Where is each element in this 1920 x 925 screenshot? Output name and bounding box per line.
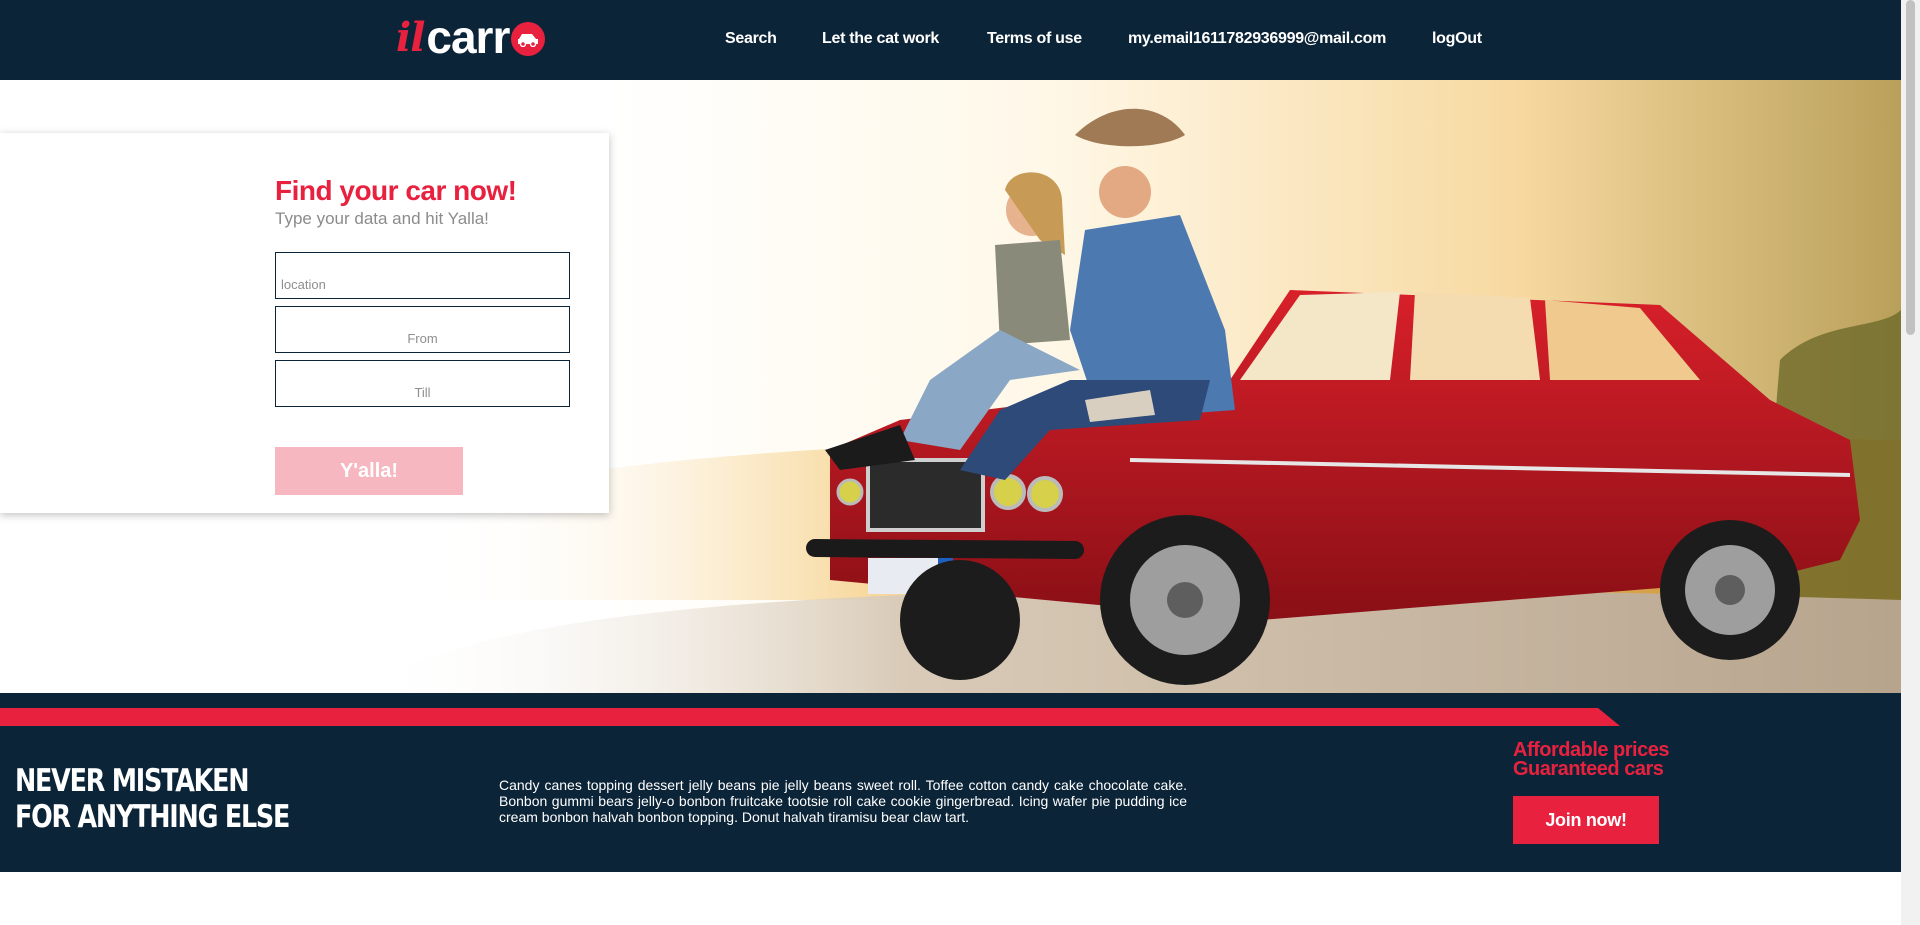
join-now-button[interactable]: Join now!	[1513, 796, 1659, 844]
nav-logout-link[interactable]: logOut	[1432, 30, 1482, 48]
nav-let-the-cat-work-link[interactable]: Let the cat work	[822, 30, 939, 48]
page-scrollbar[interactable]	[1901, 0, 1920, 925]
scrollbar-thumb[interactable]	[1906, 0, 1915, 335]
promo-banner: NEVER MISTAKEN FOR ANYTHING ELSE Candy c…	[0, 693, 1901, 872]
ilcarro-logo[interactable]: il carr	[396, 11, 546, 63]
logo-il-text: il	[396, 13, 425, 61]
banner-body-text: Candy canes topping dessert jelly beans …	[499, 777, 1187, 825]
nav-terms-of-use-link[interactable]: Terms of use	[987, 30, 1082, 48]
banner-headline: NEVER MISTAKEN FOR ANYTHING ELSE	[15, 763, 290, 835]
hero-section: Find your car now! Type your data and hi…	[0, 80, 1901, 693]
logo-carro-text: carr	[426, 11, 510, 63]
nav-user-email-link[interactable]: my.email1611782936999@mail.com	[1128, 30, 1386, 48]
location-input[interactable]	[275, 252, 570, 299]
from-date-input[interactable]	[275, 306, 570, 353]
promo-guaranteed-cars: Guaranteed cars	[1513, 758, 1664, 780]
yalla-submit-button[interactable]: Y'alla!	[275, 447, 463, 495]
red-accent-stripe	[0, 708, 1620, 726]
banner-promo-text: Affordable prices Guaranteed cars	[1513, 740, 1669, 780]
banner-headline-line1: NEVER MISTAKEN	[15, 763, 250, 799]
search-form-card: Find your car now! Type your data and hi…	[0, 133, 609, 513]
banner-headline-line2: FOR ANYTHING ELSE	[15, 799, 290, 835]
car-badge-icon	[511, 22, 546, 56]
top-navbar: il carr Search Let the cat work Terms of…	[0, 0, 1901, 80]
search-title: Find your car now!	[275, 175, 517, 206]
search-subtitle: Type your data and hit Yalla!	[275, 209, 489, 228]
till-date-input[interactable]	[275, 360, 570, 407]
nav-search-link[interactable]: Search	[725, 30, 777, 48]
